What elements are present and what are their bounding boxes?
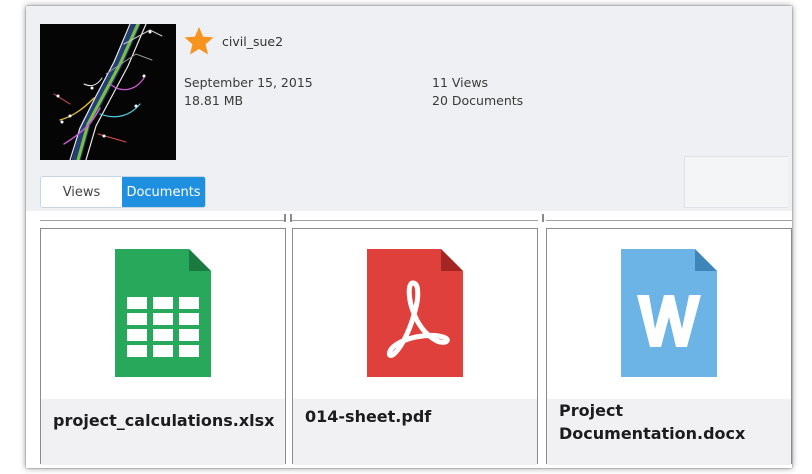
document-thumbnail xyxy=(41,229,285,397)
document-thumbnail xyxy=(293,229,537,397)
document-card[interactable]: project_calculations.xlsx xyxy=(40,228,286,465)
view-toggle: Views Documents xyxy=(40,176,206,208)
document-name[interactable]: 014-sheet.pdf xyxy=(293,399,537,465)
column-divider xyxy=(284,214,286,222)
owner-username[interactable]: civil_sue2 xyxy=(222,34,283,49)
row-divider xyxy=(546,220,792,221)
document-name[interactable]: project_calculations.xlsx xyxy=(41,399,285,465)
document-name[interactable]: Project Documentation.docx xyxy=(547,399,791,465)
action-placeholder xyxy=(684,156,788,208)
document-count: 20 Documents xyxy=(432,93,524,108)
file-size: 18.81 MB xyxy=(184,93,244,108)
document-card[interactable]: Project Documentation.docx xyxy=(546,228,792,465)
row-divider xyxy=(40,220,286,221)
document-card[interactable]: 014-sheet.pdf xyxy=(292,228,538,465)
tab-views[interactable]: Views xyxy=(41,177,123,207)
word-file-icon xyxy=(621,249,717,377)
tab-documents[interactable]: Documents xyxy=(122,177,205,207)
upload-date: September 15, 2015 xyxy=(184,75,313,90)
row-divider xyxy=(292,220,538,221)
column-divider xyxy=(542,214,544,222)
model-thumbnail[interactable] xyxy=(40,24,176,160)
view-count: 11 Views xyxy=(432,75,489,90)
column-divider xyxy=(290,214,292,222)
favorite-star-icon[interactable] xyxy=(183,26,215,56)
model-header: civil_sue2 September 15, 2015 18.81 MB 1… xyxy=(26,6,792,211)
pdf-file-icon xyxy=(367,249,463,377)
document-thumbnail xyxy=(547,229,791,397)
model-detail-panel: civil_sue2 September 15, 2015 18.81 MB 1… xyxy=(26,6,792,468)
spreadsheet-file-icon xyxy=(115,249,211,377)
